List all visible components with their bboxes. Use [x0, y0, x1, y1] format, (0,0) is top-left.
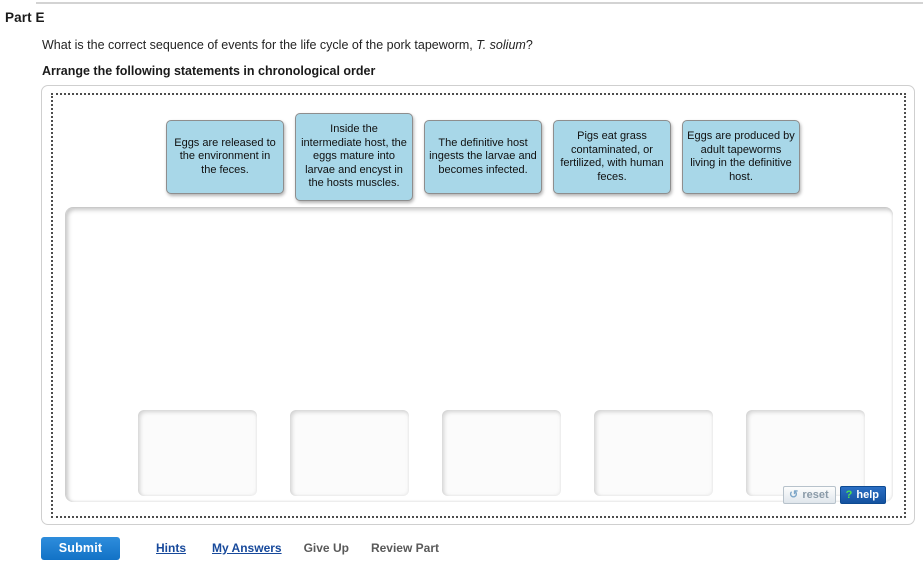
drop-slot-1[interactable] [138, 410, 257, 496]
review-part-label: Review Part [370, 541, 439, 555]
question-mark-icon: ? [845, 488, 853, 501]
ranking-drag-drop-region: Eggs are released to the environment in … [51, 93, 906, 518]
reset-button-label: reset [802, 489, 829, 501]
draggable-tile-5-label: Eggs are produced by adult tapeworms liv… [687, 130, 795, 183]
draggable-tile-1-label: Eggs are released to the environment in … [174, 136, 276, 176]
question-prompt-suffix: ? [525, 38, 533, 52]
reset-button[interactable]: ↻ reset [783, 486, 836, 504]
question-species-name: T. solium [476, 38, 526, 52]
help-button[interactable]: ? help [839, 486, 886, 504]
submit-button[interactable]: Submit [41, 536, 120, 560]
activity-panel: Eggs are released to the environment in … [41, 85, 915, 525]
drop-surface[interactable] [65, 207, 893, 502]
draggable-tile-4[interactable]: Pigs eat grass contaminated, or fertiliz… [553, 120, 671, 194]
help-button-label: help [856, 489, 879, 501]
drop-slot-4[interactable] [594, 410, 713, 496]
draggable-tile-3-label: The definitive host ingests the larvae a… [429, 136, 537, 176]
drop-slot-5[interactable] [746, 410, 865, 496]
draggable-tile-1[interactable]: Eggs are released to the environment in … [166, 120, 284, 194]
reset-circular-arrow-icon: ↻ [789, 488, 799, 501]
tool-button-group: ↻ reset ? help [783, 486, 886, 504]
draggable-tile-4-label: Pigs eat grass contaminated, or fertiliz… [560, 130, 664, 183]
drop-slot-2[interactable] [290, 410, 409, 496]
draggable-tile-3[interactable]: The definitive host ingests the larvae a… [424, 120, 542, 194]
question-prompt: What is the correct sequence of events f… [42, 38, 533, 52]
drop-slot-3[interactable] [442, 410, 561, 496]
draggable-tile-2[interactable]: Inside the intermediate host, the eggs m… [295, 113, 413, 201]
footer-action-bar: Submit Hints My Answers Give Up Review P… [41, 536, 439, 560]
draggable-tile-2-label: Inside the intermediate host, the eggs m… [301, 123, 407, 190]
draggable-tile-5[interactable]: Eggs are produced by adult tapeworms liv… [682, 120, 800, 194]
tile-bank: Eggs are released to the environment in … [53, 95, 904, 201]
top-divider-rule [36, 2, 923, 4]
instruction-text: Arrange the following statements in chro… [42, 64, 376, 78]
give-up-label: Give Up [303, 541, 349, 555]
hints-link[interactable]: Hints [156, 541, 186, 555]
question-prompt-text: What is the correct sequence of events f… [42, 38, 477, 52]
my-answers-link[interactable]: My Answers [212, 541, 282, 555]
page-title: Part E [5, 10, 45, 25]
